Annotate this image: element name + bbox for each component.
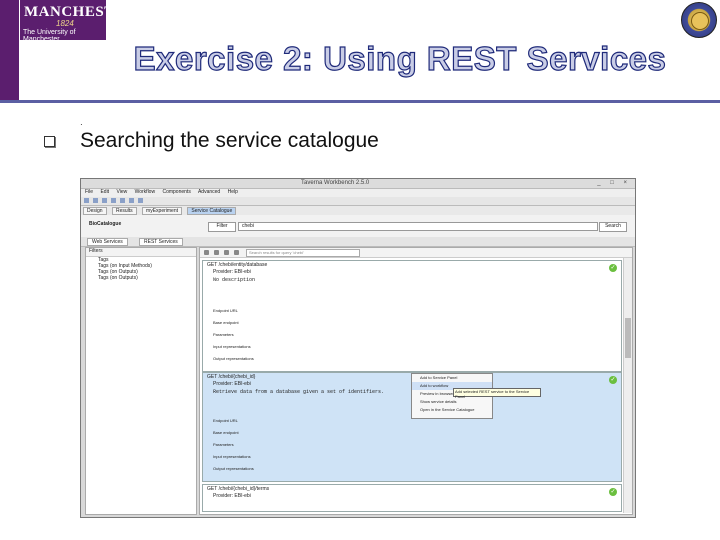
menu-show-service-details[interactable]: Show service details <box>412 398 492 406</box>
perspective-design[interactable]: Design <box>83 207 107 215</box>
save-icon[interactable] <box>102 198 107 203</box>
card-meta: Output representations <box>213 466 254 471</box>
title-divider <box>0 100 720 103</box>
result-card[interactable]: GET /chebi/{chebi_id}/terms Provider: EB… <box>202 484 622 512</box>
perspective-results[interactable]: Results <box>111 207 137 215</box>
slide-title: Exercise 2: Using REST Services <box>133 39 667 77</box>
home-icon[interactable] <box>204 250 209 255</box>
open-icon[interactable] <box>93 198 98 203</box>
search-input[interactable]: chebi <box>238 222 598 231</box>
logo-year: 1824 <box>56 19 74 28</box>
filter-item[interactable]: Tags (on Outputs) <box>86 275 196 281</box>
scrollbar-thumb[interactable] <box>625 318 631 358</box>
logo-university: The University of Manchester <box>23 29 76 43</box>
menu-add-to-service-panel[interactable]: Add to Service Panel <box>412 374 492 382</box>
window-titlebar: Taverna Workbench 2.5.0 _ □ × <box>81 179 635 189</box>
catalogue-search-row: BioCatalogue Filter chebi Search <box>81 215 635 238</box>
card-meta: Parameters <box>213 332 234 337</box>
back-icon[interactable] <box>214 250 219 255</box>
menu-file[interactable]: File <box>85 189 93 195</box>
menu-workflow[interactable]: Workflow <box>135 189 155 195</box>
status-ok-icon: ✓ <box>609 376 617 384</box>
card-meta: Output representations <box>213 356 254 361</box>
perspective-myexperiment[interactable]: myExperiment <box>142 207 182 215</box>
search-label: BioCatalogue <box>89 221 122 227</box>
results-filter-input[interactable]: Search results for query 'chebi' <box>246 249 360 257</box>
card-meta: Parameters <box>213 442 234 447</box>
menu-help[interactable]: Help <box>228 189 238 195</box>
card-meta: Base endpoint <box>213 320 239 325</box>
tooltip: Add selected REST service to the Service… <box>453 388 541 399</box>
filter-toolbar: Filters <box>86 248 196 257</box>
filter-pane: Filters Tags Tags (on Input Methods) Tag… <box>85 247 197 515</box>
card-description: No description <box>213 277 256 283</box>
window-controls[interactable]: _ □ × <box>597 180 631 186</box>
perspective-service-catalogue[interactable]: Service Catalogue <box>187 207 237 215</box>
card-meta: Endpoint URL <box>213 308 238 313</box>
card-meta: Base endpoint <box>213 430 239 435</box>
small-marker: · <box>80 120 83 129</box>
menu-view[interactable]: View <box>116 189 127 195</box>
university-side-bar: The University of Manchester <box>0 0 32 102</box>
new-icon[interactable] <box>84 198 89 203</box>
menu-advanced[interactable]: Advanced <box>198 189 220 195</box>
status-ok-icon: ✓ <box>609 264 617 272</box>
results-scrollbar[interactable] <box>623 258 632 513</box>
logo-manchester: MANCHESTER <box>24 4 137 20</box>
tab-web-services[interactable]: Web Services <box>87 238 128 246</box>
crest-center <box>691 12 709 30</box>
menu-open-in-catalogue[interactable]: Open in the Service Catalogue <box>412 406 492 414</box>
tab-rest-services[interactable]: REST Services <box>139 238 183 246</box>
menu-bar: File Edit View Workflow Components Advan… <box>81 189 635 197</box>
card-meta: Input representations <box>213 454 251 459</box>
result-card[interactable]: GET /chebi/entity/database Provider: EBI… <box>202 260 622 372</box>
bullet-square-icon <box>44 136 55 147</box>
toolbar <box>81 197 635 206</box>
close-icon[interactable] <box>111 198 116 203</box>
bullet-text: Searching the service catalogue <box>80 129 379 152</box>
redo-icon[interactable] <box>129 198 134 203</box>
card-title: GET /chebi/entity/database <box>207 262 268 268</box>
status-ok-icon: ✓ <box>609 488 617 496</box>
search-type-button[interactable]: Filter <box>208 222 236 232</box>
forward-icon[interactable] <box>224 250 229 255</box>
window-title: Taverna Workbench 2.5.0 <box>301 180 370 186</box>
university-crest-icon <box>681 2 717 38</box>
card-title: GET /chebi/{chebi_id}/terms <box>207 486 270 492</box>
menu-edit[interactable]: Edit <box>100 189 109 195</box>
refresh-icon[interactable] <box>234 250 239 255</box>
menu-components[interactable]: Components <box>162 189 190 195</box>
taverna-screenshot: Taverna Workbench 2.5.0 _ □ × File Edit … <box>80 178 636 518</box>
search-button[interactable]: Search <box>599 222 627 232</box>
results-filter-bar: Search results for query 'chebi' <box>200 248 632 258</box>
result-tabs: Web Services REST Services <box>81 237 635 247</box>
undo-icon[interactable] <box>120 198 125 203</box>
card-meta: Input representations <box>213 344 251 349</box>
card-provider: Provider: EBI-ebi <box>213 493 251 499</box>
university-logo: MANCHESTER 1824 The University of Manche… <box>20 0 136 43</box>
run-icon[interactable] <box>138 198 143 203</box>
